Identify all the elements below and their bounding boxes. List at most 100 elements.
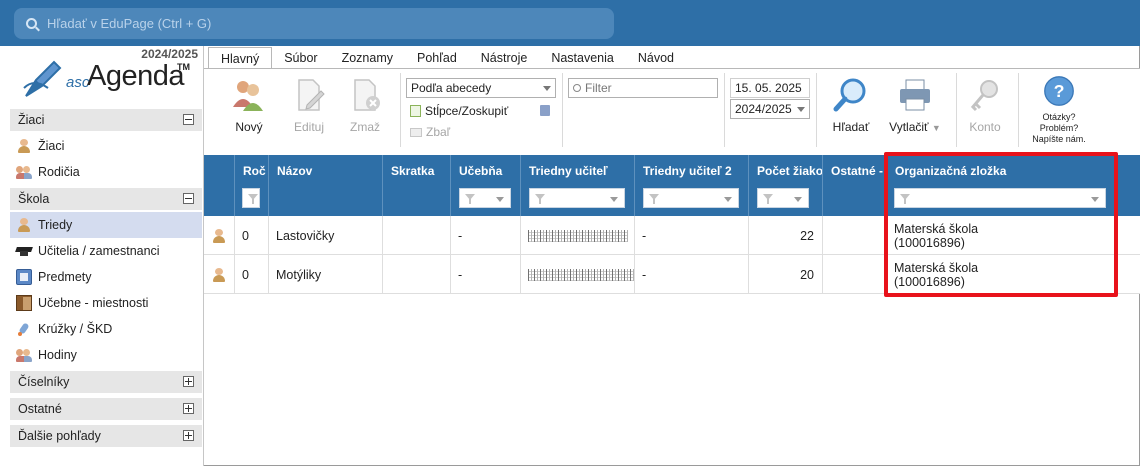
rocket-icon: [16, 321, 32, 337]
new-button[interactable]: Nový: [226, 77, 272, 134]
column-filter[interactable]: [643, 188, 739, 208]
sort-select[interactable]: Podľa abecedy: [406, 78, 556, 98]
tab-pohlad[interactable]: Pohľad: [405, 47, 469, 69]
edit-button[interactable]: Edituj: [286, 77, 332, 134]
column-label: Učebňa: [459, 164, 503, 178]
help-text: Otázky? Problém? Napíšte nám.: [1024, 112, 1094, 145]
question-icon: ?: [1044, 76, 1074, 106]
columns-group-button[interactable]: Stĺpce/Zoskupiť: [410, 104, 508, 118]
sidebar-group-ciselniky[interactable]: Číselníky: [10, 371, 202, 393]
sidebar: 2024/2025 asc Agenda TM Žiaci Žiaci Rodi…: [0, 46, 204, 466]
chevron-down-icon: [610, 197, 618, 202]
tab-zoznamy[interactable]: Zoznamy: [330, 47, 405, 69]
column-header-skratka[interactable]: Skratka: [383, 155, 451, 216]
tab-nastavenia[interactable]: Nastavenia: [539, 47, 626, 69]
sidebar-item-ucebne[interactable]: Učebne - miestnosti: [10, 290, 202, 316]
sidebar-item-label: Žiaci: [38, 139, 65, 153]
sort-value: Podľa abecedy: [411, 81, 492, 95]
redacted-text: [528, 268, 634, 281]
sidebar-item-label: Triedy: [38, 218, 73, 232]
tab-subor[interactable]: Súbor: [272, 47, 329, 69]
column-header-ucebna[interactable]: Učebňa: [451, 155, 521, 216]
date-field[interactable]: 15. 05. 2025: [730, 78, 810, 98]
ribbon-separator: [1018, 73, 1019, 147]
filter-placeholder: Filter: [585, 81, 612, 95]
filter-icon: [248, 194, 258, 204]
sidebar-item-ucitelia[interactable]: Učitelia / zamestnanci: [10, 238, 202, 264]
new-person-icon: [233, 81, 263, 111]
cell-count: 22: [749, 216, 823, 255]
book-icon: [16, 269, 32, 285]
filter-input[interactable]: Filter: [568, 78, 718, 98]
cell-count: 20: [749, 255, 823, 294]
edit-document-icon: [298, 79, 325, 111]
graduation-cap-icon: [16, 243, 32, 259]
filter-icon: [465, 194, 475, 204]
asc-agenda-logo: 2024/2025 asc Agenda TM: [0, 46, 204, 108]
chevron-down-icon: [724, 197, 732, 202]
column-header-ostatne[interactable]: Ostatné -: [823, 155, 887, 216]
cell-name: Lastovičky: [269, 216, 383, 255]
help-line-1: Otázky?: [1042, 112, 1076, 122]
expand-icon[interactable]: [183, 376, 194, 387]
parents-icon: [16, 164, 32, 180]
filter-icon: [535, 194, 545, 204]
sidebar-group-label: Ostatné: [18, 402, 62, 416]
save-icon[interactable]: [540, 105, 550, 116]
sidebar-group-label: Číselníky: [18, 375, 70, 389]
icon-column-header: [204, 155, 235, 216]
column-filter[interactable]: [459, 188, 511, 208]
help-line-2: Problém?: [1039, 123, 1079, 133]
delete-document-icon: [354, 79, 380, 111]
expand-icon[interactable]: [183, 403, 194, 414]
ribbon-toolbar: Nový Edituj Zmaž Podľa abecedy Stĺpce/Zo…: [204, 69, 1140, 155]
expand-icon[interactable]: [183, 430, 194, 441]
cell-name: Motýliky: [269, 255, 383, 294]
cell-teacher: [521, 216, 635, 255]
column-filter[interactable]: [242, 188, 260, 208]
cell-year: 0: [235, 216, 269, 255]
find-button[interactable]: Hľadať: [828, 77, 874, 134]
row-icon-cell: [204, 255, 235, 294]
date-value: 15. 05. 2025: [735, 81, 802, 95]
search-input[interactable]: Hľadať v EduPage (Ctrl + G): [14, 8, 614, 39]
column-header-roc[interactable]: Roč: [235, 155, 269, 216]
help-button[interactable]: ? Otázky? Problém? Napíšte nám.: [1024, 75, 1094, 145]
highlight-box: [884, 152, 1118, 297]
sidebar-item-hodiny[interactable]: Hodiny: [10, 342, 202, 368]
column-filter[interactable]: [757, 188, 809, 208]
tab-hlavny[interactable]: Hlavný: [208, 47, 273, 70]
key-icon: [970, 80, 998, 112]
search-icon: [573, 84, 581, 92]
sidebar-item-kruzky[interactable]: Krúžky / ŠKD: [10, 316, 202, 342]
collapse-icon[interactable]: [183, 193, 194, 204]
pen-logo-icon: [23, 60, 62, 97]
chevron-down-icon: [496, 197, 504, 202]
sidebar-item-label: Rodičia: [38, 165, 80, 179]
ribbon-separator: [956, 73, 957, 147]
sidebar-item-predmety[interactable]: Predmety: [10, 264, 202, 290]
school-year-select[interactable]: 2024/2025: [730, 99, 810, 119]
delete-button[interactable]: Zmaž: [342, 77, 388, 134]
tab-nastroje[interactable]: Nástroje: [469, 47, 540, 69]
sidebar-group-dalsie-pohlady[interactable]: Ďalšie pohľady: [10, 425, 202, 447]
class-icon: [211, 228, 227, 244]
school-year-value: 2024/2025: [735, 102, 792, 116]
account-button[interactable]: Konto: [962, 77, 1008, 134]
column-filter[interactable]: [529, 188, 625, 208]
column-header-triedny-ucitel[interactable]: Triedny učiteľ: [521, 155, 635, 216]
print-button[interactable]: Vytlačiť ▼: [884, 77, 946, 134]
collapse-icon[interactable]: [183, 114, 194, 125]
column-header-triedny-ucitel-2[interactable]: Triedny učiteľ 2: [635, 155, 749, 216]
sidebar-item-triedy[interactable]: Triedy: [10, 212, 202, 238]
sidebar-item-rodicia[interactable]: Rodičia: [10, 159, 202, 185]
sidebar-group-skola[interactable]: Škola: [10, 188, 202, 210]
collapse-button[interactable]: Zbaľ: [410, 125, 450, 139]
tab-navod[interactable]: Návod: [626, 47, 686, 69]
column-header-pocet-ziakov[interactable]: Počet žiakov: [749, 155, 823, 216]
sidebar-group-ostatne[interactable]: Ostatné: [10, 398, 202, 420]
sidebar-group-ziaci[interactable]: Žiaci: [10, 109, 202, 131]
sidebar-item-ziaci[interactable]: Žiaci: [10, 133, 202, 159]
column-header-nazov[interactable]: Názov: [269, 155, 383, 216]
edit-label: Edituj: [293, 120, 325, 134]
